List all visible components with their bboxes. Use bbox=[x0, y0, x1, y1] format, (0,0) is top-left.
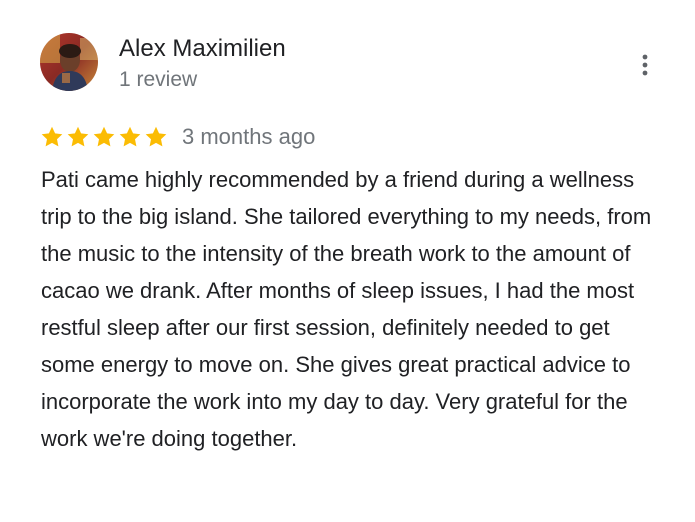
review-count: 1 review bbox=[119, 68, 198, 91]
more-options-button[interactable] bbox=[632, 50, 658, 80]
star-icon bbox=[118, 125, 142, 149]
review-time: 3 months ago bbox=[182, 124, 316, 149]
author-name[interactable]: Alex Maximilien bbox=[119, 34, 286, 64]
star-icon bbox=[144, 125, 168, 149]
avatar-photo bbox=[40, 33, 98, 91]
star-icon bbox=[40, 125, 64, 149]
rating-row: 3 months ago bbox=[40, 123, 315, 151]
review-card: Alex Maximilien 1 review 3 months ago Pa… bbox=[0, 0, 695, 522]
review-text: Pati came highly recommended by a friend… bbox=[41, 167, 652, 451]
star-icon bbox=[92, 125, 116, 149]
star-icon bbox=[66, 125, 90, 149]
more-vert-icon bbox=[642, 54, 648, 76]
avatar[interactable] bbox=[40, 33, 98, 91]
star-rating bbox=[40, 125, 168, 149]
